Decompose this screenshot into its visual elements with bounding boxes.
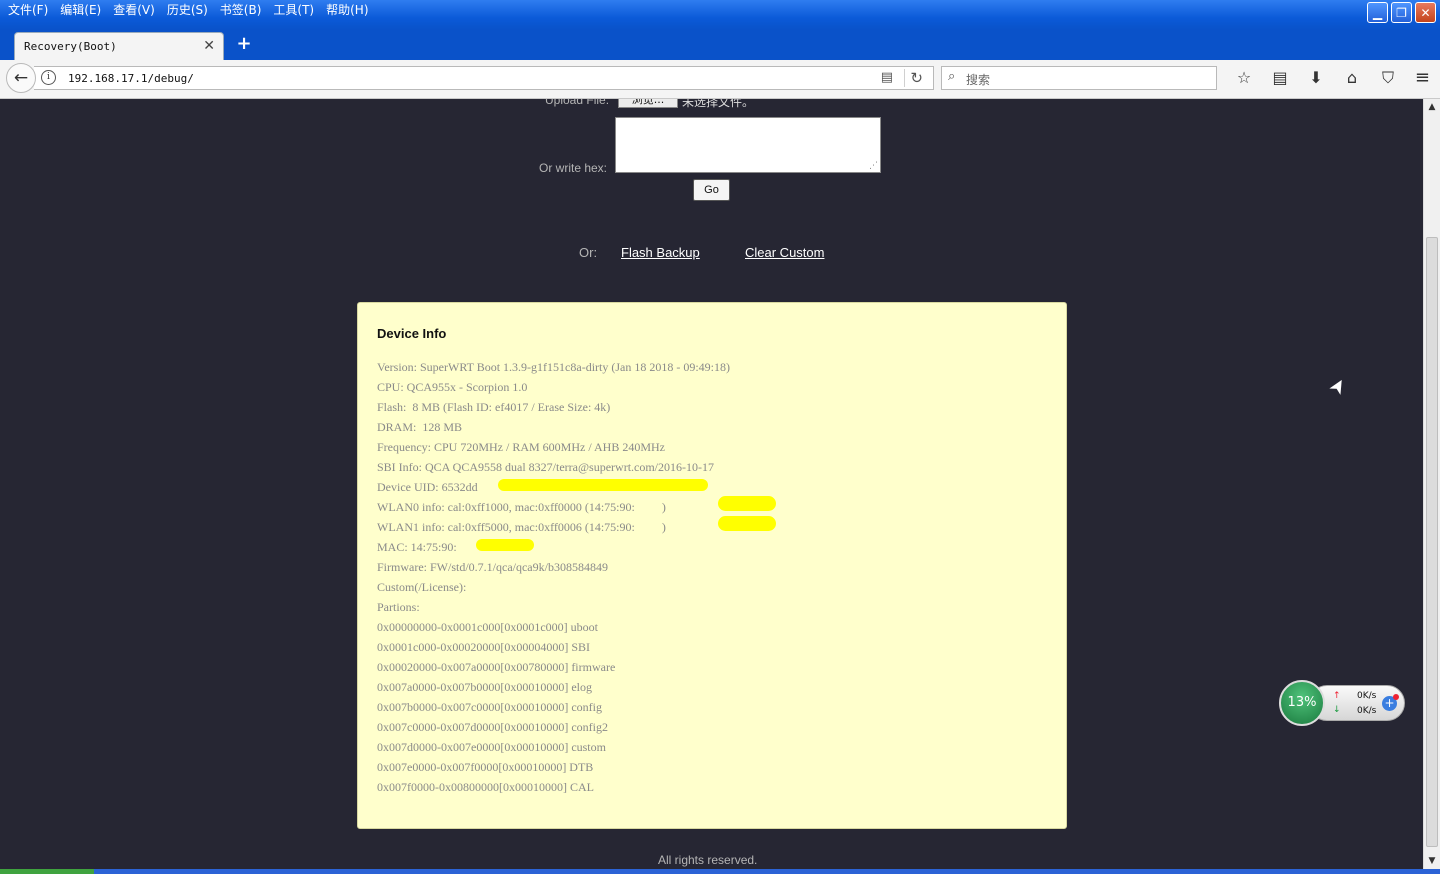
usage-percent-badge[interactable]: 13% bbox=[1279, 680, 1325, 726]
resize-grip-icon[interactable]: ⋰ bbox=[869, 161, 878, 171]
flash-backup-link[interactable]: Flash Backup bbox=[621, 245, 700, 260]
download-icon[interactable]: ⬇ bbox=[1298, 68, 1334, 88]
menu-bookmarks[interactable]: 书签(B) bbox=[216, 1, 270, 19]
hex-textarea[interactable]: ⋰ bbox=[615, 117, 881, 173]
info-line: SBI Info: QCA QCA9558 dual 8327/terra@su… bbox=[377, 460, 715, 474]
home-icon[interactable]: ⌂ bbox=[1334, 68, 1370, 88]
write-hex-label: Or write hex: bbox=[539, 161, 608, 175]
reload-icon[interactable]: ↻ bbox=[910, 69, 923, 87]
info-line: 0x007d0000-0x007e0000[0x00010000] custom bbox=[377, 740, 606, 754]
info-icon[interactable]: i bbox=[41, 70, 56, 85]
info-line: Version: SuperWRT Boot 1.3.9-g1f151c8a-d… bbox=[377, 360, 731, 374]
url-divider bbox=[904, 69, 905, 87]
info-line: Partions: bbox=[377, 600, 420, 614]
restore-button[interactable]: ❐ bbox=[1391, 2, 1412, 23]
menu-tools[interactable]: 工具(T) bbox=[269, 1, 322, 19]
reading-list-icon[interactable]: ▤ bbox=[1262, 68, 1298, 88]
search-icon: ⌕ bbox=[948, 69, 956, 84]
or-label: Or: bbox=[579, 245, 598, 260]
footer-text: All rights reserved. bbox=[658, 853, 758, 867]
info-line: Flash: 8 MB (Flash ID: ef4017 / Erase Si… bbox=[377, 400, 611, 414]
info-line: 0x00020000-0x007a0000[0x00780000] firmwa… bbox=[377, 660, 616, 674]
search-input[interactable]: ⌕ 搜索 bbox=[941, 66, 1217, 90]
info-line: MAC: 14:75:90: bbox=[377, 540, 457, 554]
upload-speed: 0K/s bbox=[1357, 691, 1377, 701]
back-button[interactable]: ← bbox=[6, 63, 36, 93]
info-line: 0x007b0000-0x007c0000[0x00010000] config bbox=[377, 700, 602, 714]
navigation-bar: i 192.168.17.1/debug/ ▤ ↻ ← ⌕ 搜索 ☆ ▤ ⬇ ⌂… bbox=[0, 60, 1440, 99]
redaction-mark-uid bbox=[498, 479, 708, 491]
toolbar-icons: ☆ ▤ ⬇ ⌂ ⛉ bbox=[1226, 68, 1406, 88]
download-speed: 0K/s bbox=[1357, 706, 1377, 716]
new-tab-button[interactable]: + bbox=[234, 33, 254, 55]
title-bar: 文件(F) 编辑(E) 查看(V) 历史(S) 书签(B) 工具(T) 帮助(H… bbox=[0, 0, 1440, 30]
minimize-button[interactable]: ▁ bbox=[1367, 2, 1388, 23]
info-line: Custom(/License): bbox=[377, 580, 467, 594]
reader-view-icon[interactable]: ▤ bbox=[881, 70, 893, 85]
info-line: 0x007f0000-0x00800000[0x00010000] CAL bbox=[377, 780, 594, 794]
info-line: 0x00000000-0x0001c000[0x0001c000] uboot bbox=[377, 620, 598, 634]
info-line: Frequency: CPU 720MHz / RAM 600MHz / AHB… bbox=[377, 440, 665, 454]
url-bar[interactable]: i 192.168.17.1/debug/ ▤ ↻ bbox=[34, 66, 934, 90]
close-window-button[interactable]: ✕ bbox=[1415, 2, 1436, 23]
upload-arrow-icon: ↑ bbox=[1333, 691, 1341, 701]
network-speed-widget[interactable]: 13% ↑ ↓ 0K/s 0K/s + bbox=[1279, 680, 1405, 726]
info-line: 0x0001c000-0x00020000[0x00004000] SBI bbox=[377, 640, 590, 654]
info-line: 0x007e0000-0x007f0000[0x00010000] DTB bbox=[377, 760, 594, 774]
bookmark-star-icon[interactable]: ☆ bbox=[1226, 68, 1262, 88]
pocket-icon[interactable]: ⛉ bbox=[1370, 68, 1406, 88]
menu-help[interactable]: 帮助(H) bbox=[322, 1, 376, 19]
info-line: 0x007c0000-0x007d0000[0x00010000] config… bbox=[377, 720, 608, 734]
tab-close-icon[interactable]: ✕ bbox=[203, 38, 215, 54]
scroll-up-icon[interactable]: ▲ bbox=[1424, 99, 1440, 115]
tab-title: Recovery(Boot) bbox=[24, 40, 117, 53]
hamburger-menu-icon[interactable]: ≡ bbox=[1415, 67, 1430, 88]
redaction-mark-wlan1 bbox=[718, 516, 776, 531]
scrollbar-thumb[interactable] bbox=[1426, 237, 1438, 847]
upload-file-label: Upload File: bbox=[545, 99, 610, 107]
page-content: Upload File: 浏览... 未选择文件。 Or write hex: … bbox=[0, 99, 1423, 869]
window-controls: ▁ ❐ ✕ bbox=[1367, 2, 1436, 23]
menu-view[interactable]: 查看(V) bbox=[109, 1, 163, 19]
no-file-selected-text: 未选择文件。 bbox=[682, 99, 755, 109]
tab-recovery-boot[interactable]: Recovery(Boot) ✕ bbox=[14, 32, 224, 60]
device-info-panel: Device Info Version: SuperWRT Boot 1.3.9… bbox=[357, 302, 1067, 829]
menu-bar: 文件(F) 编辑(E) 查看(V) 历史(S) 书签(B) 工具(T) 帮助(H… bbox=[4, 1, 377, 19]
scroll-down-icon[interactable]: ▼ bbox=[1424, 853, 1440, 869]
browse-button[interactable]: 浏览... bbox=[618, 99, 678, 108]
start-button[interactable] bbox=[0, 869, 94, 874]
menu-file[interactable]: 文件(F) bbox=[4, 1, 56, 19]
info-line: WLAN0 info: cal:0xff1000, mac:0xff0000 (… bbox=[377, 500, 666, 514]
clear-custom-link[interactable]: Clear Custom bbox=[745, 245, 824, 260]
menu-edit[interactable]: 编辑(E) bbox=[56, 1, 109, 19]
taskbar bbox=[0, 869, 1440, 874]
info-line: WLAN1 info: cal:0xff5000, mac:0xff0006 (… bbox=[377, 520, 666, 534]
info-line: 0x007a0000-0x007b0000[0x00010000] elog bbox=[377, 680, 592, 694]
device-info-title: Device Info bbox=[377, 326, 447, 341]
info-line: DRAM: 128 MB bbox=[377, 420, 463, 434]
info-line: CPU: QCA955x - Scorpion 1.0 bbox=[377, 380, 528, 394]
redaction-mark-mac bbox=[476, 539, 534, 551]
notification-dot bbox=[1393, 694, 1399, 700]
tab-strip: Recovery(Boot) ✕ + bbox=[0, 30, 1440, 60]
go-button[interactable]: Go bbox=[693, 179, 730, 201]
menu-history[interactable]: 历史(S) bbox=[163, 1, 216, 19]
info-line: Firmware: FW/std/0.7.1/qca/qca9k/b308584… bbox=[377, 560, 608, 574]
redaction-mark-wlan0 bbox=[718, 496, 776, 511]
device-info-lines: Version: SuperWRT Boot 1.3.9-g1f151c8a-d… bbox=[377, 357, 730, 797]
vertical-scrollbar[interactable]: ▲ ▼ bbox=[1423, 99, 1440, 869]
download-arrow-icon: ↓ bbox=[1333, 705, 1341, 715]
search-placeholder: 搜索 bbox=[966, 73, 991, 87]
url-text[interactable]: 192.168.17.1/debug/ bbox=[68, 72, 194, 85]
